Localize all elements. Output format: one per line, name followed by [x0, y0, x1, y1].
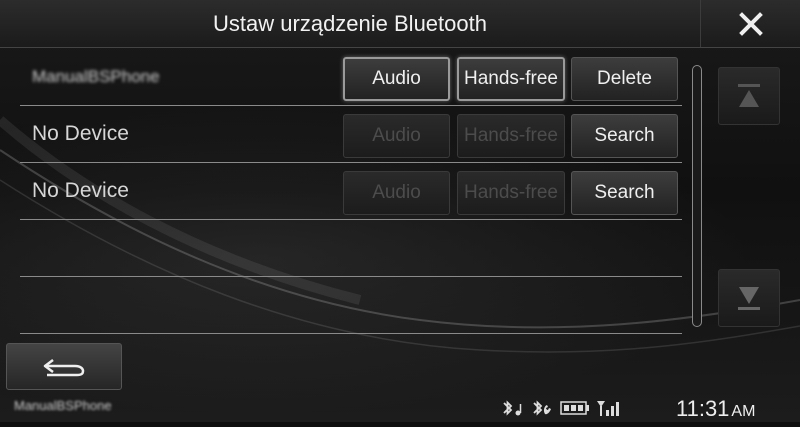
- empty-row: [20, 220, 682, 277]
- clock-time: 11:31: [676, 396, 730, 421]
- back-arrow-icon: [43, 358, 85, 376]
- audio-button: Audio: [343, 171, 450, 215]
- empty-row: [20, 277, 682, 334]
- device-name: No Device: [32, 179, 129, 202]
- title-bar: Ustaw urządzenie Bluetooth: [0, 0, 800, 48]
- clock: 11:31 AM: [676, 394, 755, 422]
- back-button[interactable]: [6, 343, 122, 390]
- bluetooth-audio-icon: [503, 400, 522, 416]
- device-row-3: No Device Audio Hands-free Search: [20, 163, 682, 220]
- audio-button: Audio: [343, 114, 450, 158]
- hands-free-button: Hands-free: [457, 114, 565, 158]
- status-bar: ManualBSPhone 11:31 AM: [0, 394, 800, 422]
- clock-ampm: AM: [731, 403, 756, 420]
- scroll-bottom-icon: [738, 287, 760, 310]
- delete-button[interactable]: Delete: [571, 57, 678, 101]
- signal-icon: [597, 401, 619, 416]
- audio-button[interactable]: Audio: [343, 57, 450, 101]
- device-name: No Device: [32, 122, 129, 145]
- scroll-top-icon: [738, 84, 760, 107]
- scroll-down-button[interactable]: [718, 269, 780, 327]
- device-row-1: ManualBSPhone Audio Hands-free Delete: [20, 49, 682, 106]
- device-row-2: No Device Audio Hands-free Search: [20, 106, 682, 163]
- search-button[interactable]: Search: [571, 171, 678, 215]
- device-name: ManualBSPhone: [32, 67, 160, 86]
- hands-free-button: Hands-free: [457, 171, 565, 215]
- page-title: Ustaw urządzenie Bluetooth: [213, 11, 487, 36]
- scrollbar[interactable]: [692, 65, 702, 327]
- hands-free-button[interactable]: Hands-free: [457, 57, 565, 101]
- bluetooth-phone-icon: [533, 400, 551, 416]
- search-button[interactable]: Search: [571, 114, 678, 158]
- scroll-up-button[interactable]: [718, 67, 780, 125]
- battery-icon: [560, 401, 589, 415]
- close-button[interactable]: [700, 0, 800, 47]
- status-icons: [500, 396, 620, 420]
- close-icon: [739, 11, 763, 36]
- connected-device-name: ManualBSPhone: [14, 398, 112, 413]
